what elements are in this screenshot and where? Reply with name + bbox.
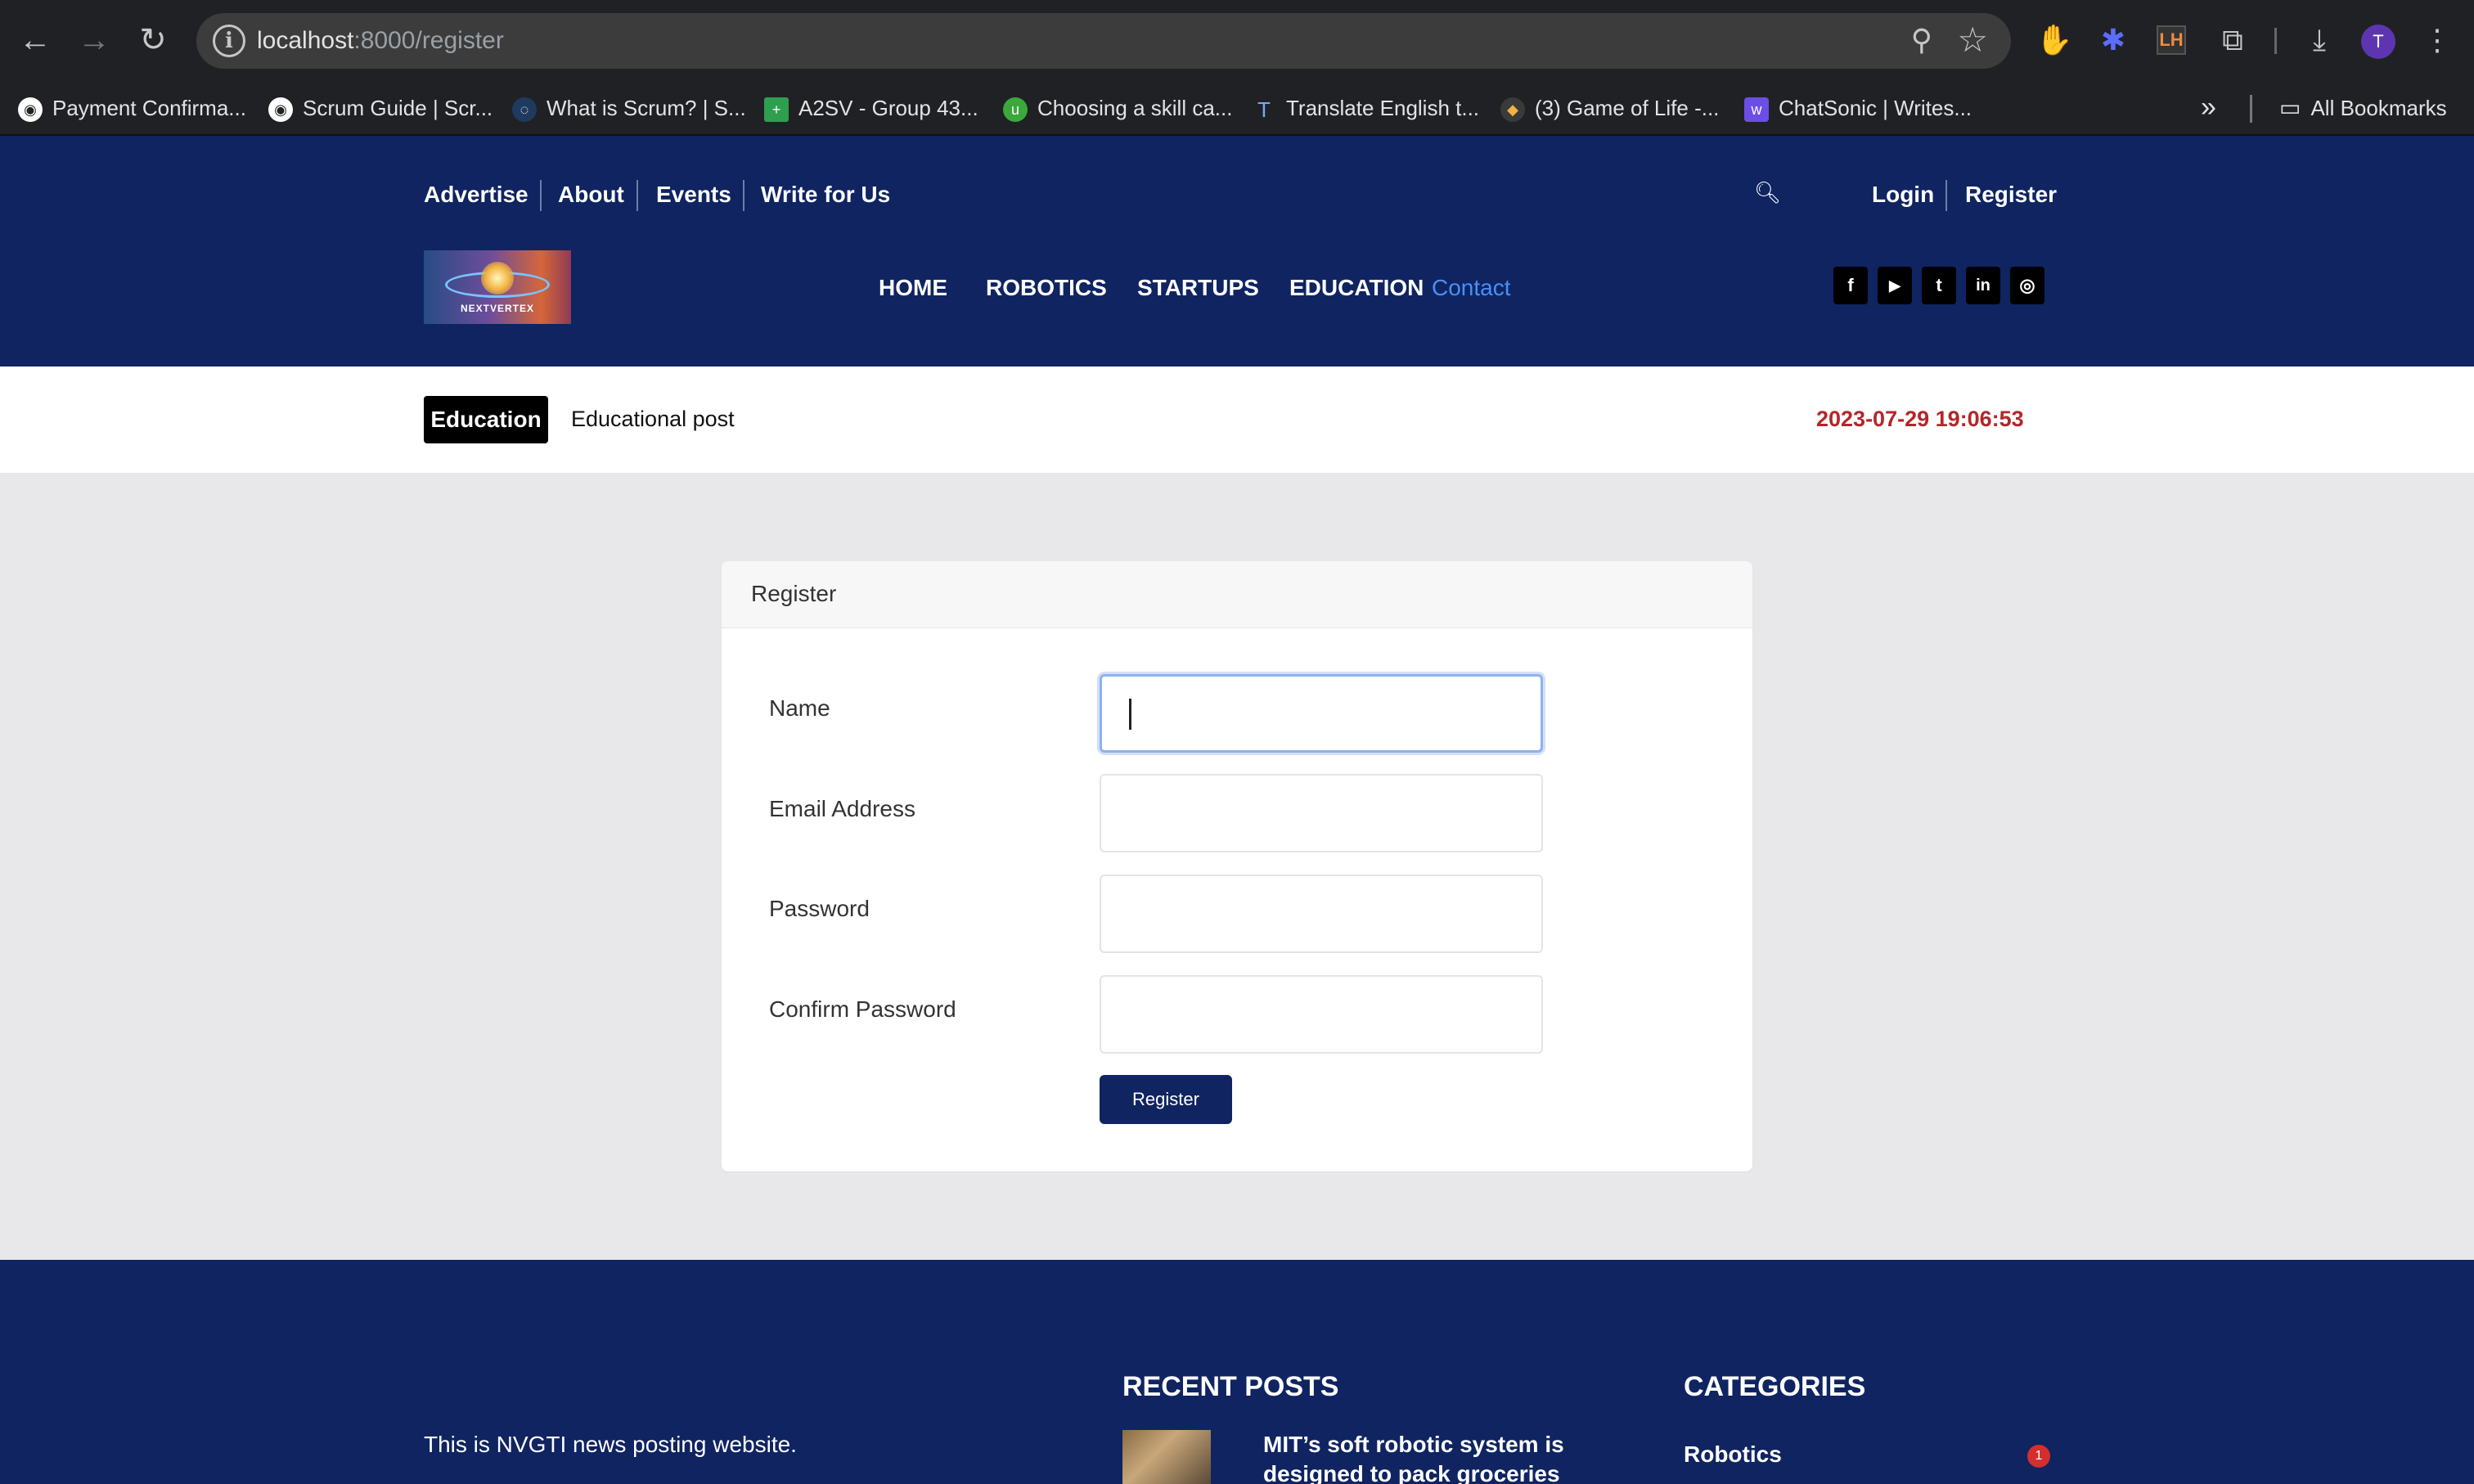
chatsonic-icon: w [1744,97,1769,123]
recent-post-thumbnail[interactable] [1122,1430,1211,1484]
facebook-icon[interactable]: f [1833,267,1868,304]
bookmark-item[interactable]: u Choosing a skill ca... [1003,92,1232,124]
linkedin-icon[interactable]: in [1966,267,2000,304]
bookmark-label: Payment Confirma... [52,96,246,120]
bookmark-label: (3) Game of Life -... [1535,96,1720,120]
bookmark-label: ChatSonic | Writes... [1779,96,1972,120]
all-bookmarks-label: All Bookmarks [2310,96,2447,120]
register-link[interactable]: Register [1965,177,2057,213]
news-ticker: Education Educational post 2023-07-29 19… [0,367,2474,473]
search-icon[interactable]: 🔍︎ [1754,180,1781,205]
logo-sun [481,262,514,295]
toolbar-divider [2274,28,2277,54]
reload-icon[interactable]: ↻ [134,21,172,59]
url-host: localhost [257,27,354,54]
name-label: Name [769,695,830,721]
globe-icon: ◉ [268,97,293,123]
nav-write-for-us[interactable]: Write for Us [761,177,890,213]
confirm-password-label: Confirm Password [769,996,956,1022]
name-input[interactable] [1100,674,1543,753]
logo-text: NEXTVERTEX [460,303,534,314]
nav-advertise[interactable]: Advertise [424,177,529,213]
twitter-icon[interactable]: t [1922,267,1956,304]
nav-events[interactable]: Events [656,177,731,213]
category-count-badge: 1 [2027,1445,2050,1468]
download-icon[interactable]: ⤓ [2301,21,2338,59]
card-title: Register [751,581,837,606]
bookmark-item[interactable]: ◆ (3) Game of Life -... [1500,92,1719,124]
bookmark-label: A2SV - Group 43... [798,96,978,120]
profile-avatar[interactable]: T [2361,25,2395,59]
email-label: Email Address [769,796,915,821]
upwork-icon: u [1003,97,1028,123]
password-input[interactable] [1100,875,1543,953]
zoom-icon[interactable]: ⚲ [1911,23,1932,57]
extension-stop-icon[interactable]: ✋ [2035,21,2073,59]
bookmark-label: What is Scrum? | S... [547,96,746,120]
register-card: Register Name Email Address Password Con… [722,561,1752,1171]
auth-divider [1945,180,1947,211]
extension-lh-icon[interactable]: LH [2157,25,2186,55]
bookmark-item[interactable]: w ChatSonic | Writes... [1744,92,1972,124]
more-bookmarks-icon[interactable]: » [2201,92,2216,124]
nav-about[interactable]: About [558,177,624,213]
ticker-datetime: 2023-07-29 19:06:53 [1816,407,2024,431]
folder-icon: ▭ [2279,95,2301,120]
url-text[interactable]: localhost:8000/register [257,25,504,57]
nav-education[interactable]: EDUCATION [1289,270,1424,306]
extension-gear-icon[interactable]: ✱ [2094,21,2132,59]
login-link[interactable]: Login [1872,177,1934,213]
nav-home[interactable]: HOME [879,270,947,306]
bookmark-item[interactable]: ◉ Scrum Guide | Scr... [268,92,493,124]
ticker-post-link[interactable]: Educational post [571,401,735,437]
scrum-icon: ◌ [512,97,537,123]
site-logo[interactable]: NEXTVERTEX [424,250,571,324]
site-header: Advertise About Events Write for Us 🔍︎ L… [0,136,2474,367]
nav-divider [743,180,744,211]
nav-robotics[interactable]: ROBOTICS [986,270,1107,306]
recent-posts-heading: RECENT POSTS [1122,1371,1339,1402]
translate-icon: T [1257,97,1271,123]
browser-toolbar: ← → ↻ i localhost:8000/register ⚲ ☆ ✋ ✱ … [0,0,2474,80]
forward-icon[interactable]: → [75,21,113,59]
address-bar[interactable]: i localhost:8000/register ⚲ ☆ [196,13,2011,69]
back-icon[interactable]: ← [16,21,54,59]
menu-dots-icon[interactable]: ⋮ [2418,21,2456,59]
email-input[interactable] [1100,774,1543,852]
nav-divider [540,180,542,211]
bookmark-item[interactable]: ◌ What is Scrum? | S... [512,92,746,124]
categories-heading: CATEGORIES [1684,1371,1866,1402]
game-of-life-icon: ◆ [1500,97,1525,123]
bookmark-label: Translate English t... [1286,96,1480,120]
site-footer: This is NVGTI news posting website. RECE… [0,1260,2474,1484]
password-label: Password [769,896,870,921]
nav-divider [636,180,638,211]
register-submit-button[interactable]: Register [1100,1075,1232,1124]
instagram-icon[interactable]: ◎ [2010,267,2044,304]
card-header: Register [722,561,1752,628]
youtube-icon[interactable]: ▶ [1878,267,1912,304]
bookmark-item[interactable]: + A2SV - Group 43... [764,92,978,124]
bookmarks-bar: ◉ Payment Confirma... ◉ Scrum Guide | Scr.… [0,80,2474,136]
bookmark-star-icon[interactable]: ☆ [1957,20,1988,60]
globe-icon: ◉ [18,97,43,123]
bookmarks-divider [2250,95,2252,123]
bookmark-item[interactable]: T Translate English t... [1252,92,1479,124]
ticker-category-badge[interactable]: Education [424,396,548,443]
site-info-icon[interactable]: i [213,25,245,57]
url-path: :8000/register [353,27,504,54]
text-caret [1129,699,1131,730]
bookmark-item[interactable]: ◉ Payment Confirma... [18,92,246,124]
category-robotics[interactable]: Robotics [1684,1438,1782,1471]
recent-post-title[interactable]: MIT’s soft robotic system is designed to… [1263,1430,1590,1484]
extensions-puzzle-icon[interactable]: ⧉ [2214,21,2251,59]
nav-contact[interactable]: Contact [1432,270,1511,306]
bookmark-label: Scrum Guide | Scr... [303,96,493,120]
bookmark-label: Choosing a skill ca... [1037,96,1233,120]
sheets-icon: + [764,97,789,123]
confirm-password-input[interactable] [1100,975,1543,1054]
footer-about-text: This is NVGTI news posting website. [424,1432,797,1457]
nav-startups[interactable]: STARTUPS [1137,270,1259,306]
all-bookmarks[interactable]: ▭ All Bookmarks [2279,92,2447,124]
